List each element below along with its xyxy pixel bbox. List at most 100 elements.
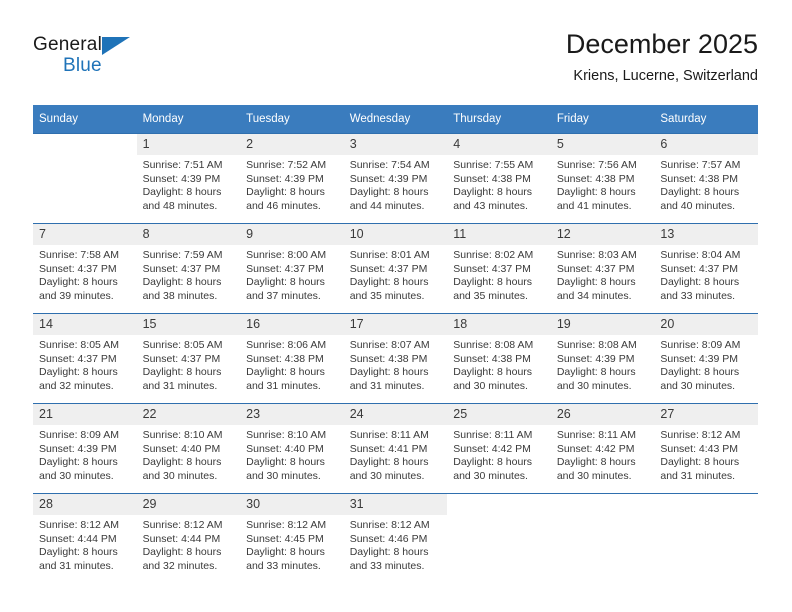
page-title: December 2025 xyxy=(565,29,758,59)
daylight-duration-line1: Daylight: 8 hours xyxy=(246,456,325,469)
day-number: 11 xyxy=(447,224,551,245)
day-sun-info: Sunrise: 7:57 AM Sunset: 4:38 PM Daylight:… xyxy=(654,155,758,213)
calendar-day-cell[interactable]: 15 Sunrise: 8:05 AM Sunset: 4:37 PM Dayligh… xyxy=(136,313,241,404)
daylight-duration-line1: Daylight: 8 hours xyxy=(246,546,325,559)
calendar-day-cell[interactable]: 18 Sunrise: 8:08 AM Sunset: 4:38 PM Dayligh… xyxy=(447,313,551,404)
sunrise-time: Sunrise: 8:03 AM xyxy=(556,249,637,261)
calendar-day-cell[interactable]: 22 Sunrise: 8:10 AM Sunset: 4:40 PM Dayligh… xyxy=(136,403,241,494)
calendar-day-cell[interactable]: 17 Sunrise: 8:07 AM Sunset: 4:38 PM Dayligh… xyxy=(343,313,448,404)
daylight-duration-line2: and 35 minutes. xyxy=(349,289,425,302)
calendar-day-cell[interactable]: 10 Sunrise: 8:01 AM Sunset: 4:37 PM Dayligh… xyxy=(343,223,448,314)
sunset-time: Sunset: 4:38 PM xyxy=(453,352,531,365)
calendar-day-cell[interactable]: 21 Sunrise: 8:09 AM Sunset: 4:39 PM Dayligh… xyxy=(33,403,137,494)
calendar-day-cell[interactable]: 2 Sunrise: 7:52 AM Sunset: 4:39 PM Daylight… xyxy=(240,133,344,224)
daylight-duration-line1: Daylight: 8 hours xyxy=(246,276,325,289)
daylight-duration-line1: Daylight: 8 hours xyxy=(39,276,118,289)
daylight-duration-line2: and 38 minutes. xyxy=(142,289,218,302)
daylight-duration-line2: and 44 minutes. xyxy=(349,199,425,212)
weekday-header-wednesday: Wednesday xyxy=(343,105,448,134)
calendar-day-cell[interactable]: 9 Sunrise: 8:00 AM Sunset: 4:37 PM Daylight… xyxy=(240,223,344,314)
sunset-time: Sunset: 4:39 PM xyxy=(246,172,324,185)
calendar-day-cell[interactable]: 23 Sunrise: 8:10 AM Sunset: 4:40 PM Dayligh… xyxy=(240,403,344,494)
daylight-duration-line1: Daylight: 8 hours xyxy=(660,456,740,469)
calendar-day-cell[interactable]: 4 Sunrise: 7:55 AM Sunset: 4:38 PM Daylight… xyxy=(447,133,551,224)
calendar-day-cell[interactable]: 30 Sunrise: 8:12 AM Sunset: 4:45 PM Dayligh… xyxy=(240,493,344,578)
daylight-duration-line1: Daylight: 8 hours xyxy=(453,186,533,199)
calendar-day-cell[interactable]: 6 Sunrise: 7:57 AM Sunset: 4:38 PM Daylight… xyxy=(654,133,758,224)
sunset-time: Sunset: 4:44 PM xyxy=(142,532,221,545)
calendar-day-cell[interactable]: 8 Sunrise: 7:59 AM Sunset: 4:37 PM Daylight… xyxy=(136,223,241,314)
sunrise-time: Sunrise: 7:52 AM xyxy=(246,159,327,171)
daylight-duration-line2: and 34 minutes. xyxy=(556,289,632,302)
daylight-duration-line1: Daylight: 8 hours xyxy=(556,276,636,289)
calendar-day-cell[interactable]: 7 Sunrise: 7:58 AM Sunset: 4:37 PM Daylight… xyxy=(33,223,137,314)
daylight-duration-line2: and 40 minutes. xyxy=(660,199,736,212)
day-number: 8 xyxy=(136,224,241,245)
day-sun-info: Sunrise: 8:05 AM Sunset: 4:37 PM Daylight:… xyxy=(137,335,241,393)
sunrise-time: Sunrise: 8:08 AM xyxy=(453,339,534,351)
day-sun-info: Sunrise: 8:12 AM Sunset: 4:46 PM Daylight:… xyxy=(344,515,448,573)
day-number: 16 xyxy=(240,314,344,335)
calendar-day-cell[interactable]: 14 Sunrise: 8:05 AM Sunset: 4:37 PM Dayligh… xyxy=(33,313,137,404)
calendar-day-cell[interactable]: 3 Sunrise: 7:54 AM Sunset: 4:39 PM Daylight… xyxy=(343,133,448,224)
general-blue-logo[interactable]: General Blue xyxy=(33,34,153,88)
weekday-header-monday: Monday xyxy=(136,105,241,134)
calendar-day-cell[interactable]: 1 Sunrise: 7:51 AM Sunset: 4:39 PM Daylight… xyxy=(136,133,241,224)
day-number: 18 xyxy=(447,314,551,335)
calendar-day-cell[interactable]: 29 Sunrise: 8:12 AM Sunset: 4:44 PM Dayligh… xyxy=(136,493,241,578)
calendar-day-cell[interactable]: 28 Sunrise: 8:12 AM Sunset: 4:44 PM Dayligh… xyxy=(33,493,137,578)
sunset-time: Sunset: 4:37 PM xyxy=(39,262,117,275)
daylight-duration-line2: and 33 minutes. xyxy=(246,559,321,572)
calendar-day-cell[interactable]: 13 Sunrise: 8:04 AM Sunset: 4:37 PM Dayligh… xyxy=(654,223,758,314)
sunrise-time: Sunrise: 8:11 AM xyxy=(556,429,636,441)
calendar-day-cell[interactable]: 11 Sunrise: 8:02 AM Sunset: 4:37 PM Dayligh… xyxy=(447,223,551,314)
day-number: 21 xyxy=(33,404,137,425)
calendar-day-cell[interactable]: 27 Sunrise: 8:12 AM Sunset: 4:43 PM Dayligh… xyxy=(654,403,758,494)
sunset-time: Sunset: 4:45 PM xyxy=(246,532,324,545)
sunrise-time: Sunrise: 7:56 AM xyxy=(556,159,637,171)
day-number: 6 xyxy=(654,134,758,155)
sunrise-time: Sunrise: 8:07 AM xyxy=(349,339,430,351)
sunrise-time: Sunrise: 7:58 AM xyxy=(39,249,119,261)
sunrise-time: Sunrise: 8:11 AM xyxy=(453,429,533,441)
weekday-header-tuesday: Tuesday xyxy=(240,105,344,134)
sunrise-time: Sunrise: 8:05 AM xyxy=(39,339,119,351)
day-sun-info: Sunrise: 8:12 AM Sunset: 4:44 PM Daylight:… xyxy=(137,515,241,573)
calendar-day-cell[interactable]: 26 Sunrise: 8:11 AM Sunset: 4:42 PM Dayligh… xyxy=(550,403,655,494)
day-number: 5 xyxy=(550,134,655,155)
calendar-day-cell-empty xyxy=(447,493,551,578)
calendar-grid: Sunday Monday Tuesday Wednesday Thursday… xyxy=(33,105,758,578)
daylight-duration-line2: and 39 minutes. xyxy=(39,289,114,302)
daylight-duration-line1: Daylight: 8 hours xyxy=(349,546,429,559)
calendar-day-cell[interactable]: 25 Sunrise: 8:11 AM Sunset: 4:42 PM Dayligh… xyxy=(447,403,551,494)
day-number: 10 xyxy=(343,224,448,245)
day-number: 25 xyxy=(447,404,551,425)
daylight-duration-line1: Daylight: 8 hours xyxy=(246,366,325,379)
daylight-duration-line1: Daylight: 8 hours xyxy=(246,186,325,199)
calendar-day-cell[interactable]: 12 Sunrise: 8:03 AM Sunset: 4:37 PM Dayligh… xyxy=(550,223,655,314)
calendar-day-cell[interactable]: 31 Sunrise: 8:12 AM Sunset: 4:46 PM Dayligh… xyxy=(343,493,448,578)
sunrise-time: Sunrise: 7:55 AM xyxy=(453,159,534,171)
day-number: 24 xyxy=(343,404,448,425)
page-header: General Blue December 2025 Kriens, Lucer… xyxy=(33,28,758,94)
sunrise-time: Sunrise: 8:10 AM xyxy=(246,429,327,441)
calendar-day-cell[interactable]: 20 Sunrise: 8:09 AM Sunset: 4:39 PM Dayligh… xyxy=(654,313,758,404)
sunset-time: Sunset: 4:39 PM xyxy=(142,172,221,185)
calendar-week-row: 1 Sunrise: 7:51 AM Sunset: 4:39 PM Daylight… xyxy=(33,133,758,224)
daylight-duration-line2: and 32 minutes. xyxy=(39,379,114,392)
calendar-day-cell[interactable]: 5 Sunrise: 7:56 AM Sunset: 4:38 PM Daylight… xyxy=(550,133,655,224)
sunrise-time: Sunrise: 8:06 AM xyxy=(246,339,327,351)
daylight-duration-line2: and 31 minutes. xyxy=(246,379,321,392)
calendar-table: Sunday Monday Tuesday Wednesday Thursday… xyxy=(33,105,758,578)
calendar-day-cell[interactable]: 19 Sunrise: 8:08 AM Sunset: 4:39 PM Dayligh… xyxy=(550,313,655,404)
sunrise-time: Sunrise: 8:10 AM xyxy=(142,429,223,441)
weekday-header-thursday: Thursday xyxy=(447,105,551,134)
daylight-duration-line1: Daylight: 8 hours xyxy=(142,366,222,379)
daylight-duration-line1: Daylight: 8 hours xyxy=(349,366,429,379)
sunset-time: Sunset: 4:40 PM xyxy=(246,442,324,455)
weekday-header-sunday: Sunday xyxy=(33,105,137,134)
calendar-day-cell[interactable]: 24 Sunrise: 8:11 AM Sunset: 4:41 PM Dayligh… xyxy=(343,403,448,494)
daylight-duration-line2: and 31 minutes. xyxy=(660,469,736,482)
sunset-time: Sunset: 4:38 PM xyxy=(246,352,324,365)
calendar-day-cell[interactable]: 16 Sunrise: 8:06 AM Sunset: 4:38 PM Dayligh… xyxy=(240,313,344,404)
